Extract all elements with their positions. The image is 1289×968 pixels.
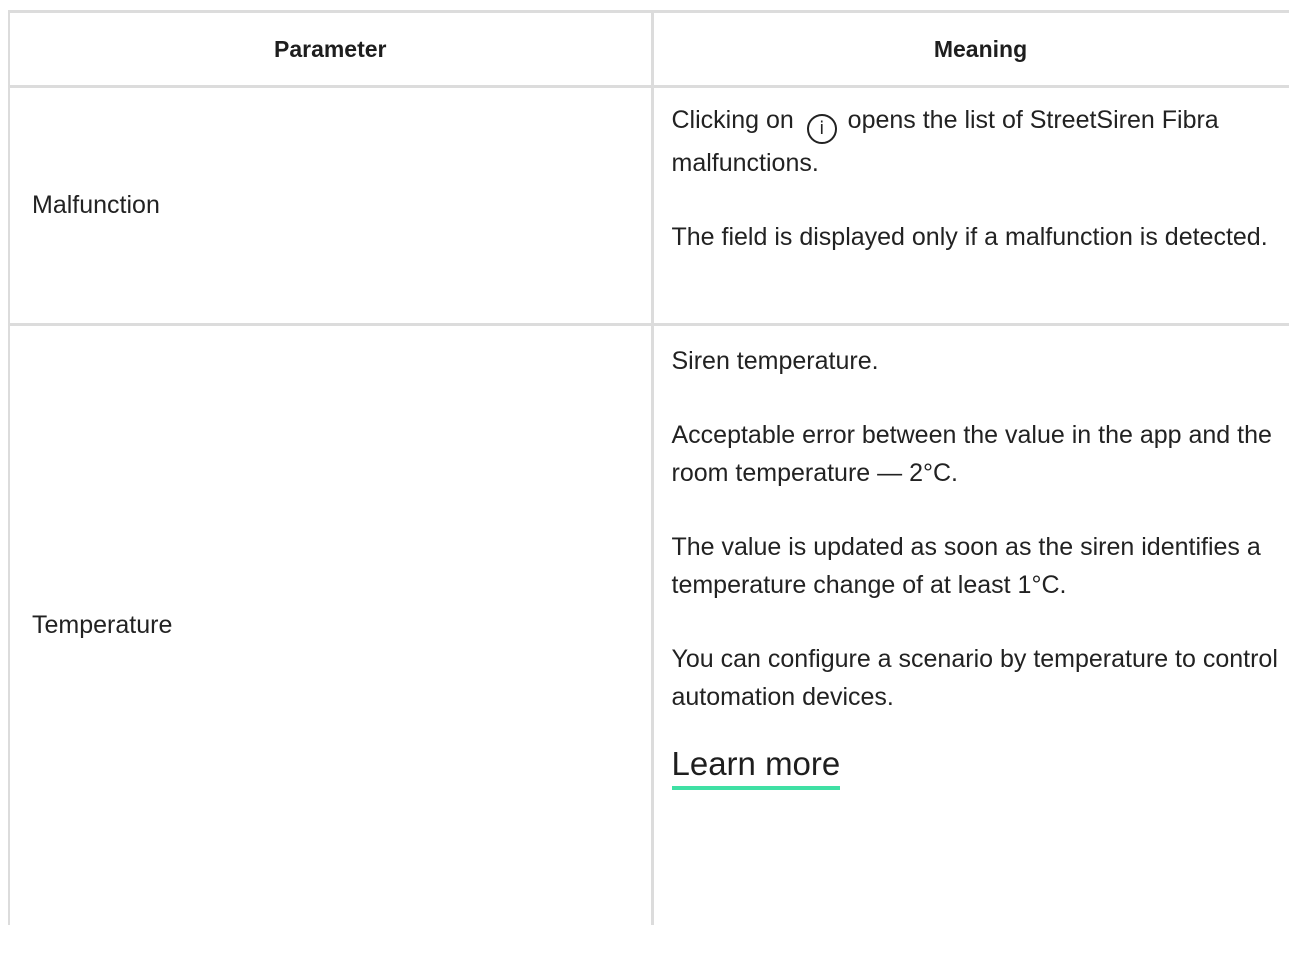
malfunction-description: Clicking on i opens the list of StreetSi…	[672, 101, 1284, 182]
table-row: Malfunction Clicking on i opens the list…	[8, 85, 1289, 326]
info-icon[interactable]: i	[806, 114, 837, 144]
parameters-table: Parameter Meaning Malfunction Clicking o…	[8, 10, 1289, 925]
meaning-malfunction: Clicking on i opens the list of StreetSi…	[650, 85, 1289, 326]
meaning-temperature: Siren temperature. Acceptable error betw…	[650, 323, 1289, 925]
header-meaning: Meaning	[650, 10, 1289, 88]
malfunction-text-before: Clicking on	[671, 106, 801, 134]
temperature-paragraph: Siren temperature.	[671, 347, 879, 375]
malfunction-note: The field is displayed only if a malfunc…	[671, 223, 1268, 251]
parameter-malfunction: Malfunction	[8, 85, 654, 326]
table-header-row: Parameter Meaning	[8, 10, 1289, 88]
temperature-paragraph: Acceptable error between the value in th…	[671, 421, 1272, 487]
table-row: Temperature Siren temperature. Acceptabl…	[8, 323, 1289, 925]
temperature-paragraph: The value is updated as soon as the sire…	[671, 533, 1261, 599]
learn-more-link[interactable]: Learn more	[671, 744, 841, 790]
temperature-paragraph: You can configure a scenario by temperat…	[671, 645, 1278, 711]
parameter-temperature: Temperature	[8, 323, 654, 925]
header-parameter: Parameter	[8, 10, 654, 88]
